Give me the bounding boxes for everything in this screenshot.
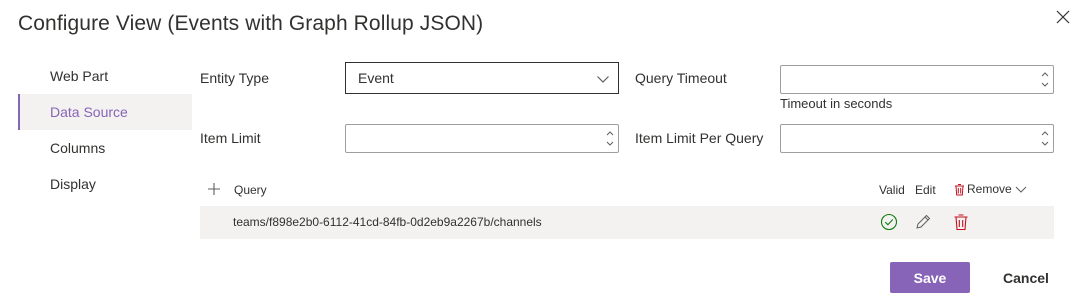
nav-item-display[interactable]: Display [18,166,192,202]
item-limit-label: Item Limit [200,130,261,146]
item-limit-per-query-label: Item Limit Per Query [635,130,764,146]
dialog-title: Configure View (Events with Graph Rollup… [18,12,484,35]
cancel-button[interactable]: Cancel [986,262,1066,293]
query-timeout-label: Query Timeout [635,70,727,86]
delete-trash-icon[interactable] [952,213,970,231]
valid-column-header: Valid [879,183,905,197]
nav-item-data-source[interactable]: Data Source [18,94,192,130]
nav-item-columns[interactable]: Columns [18,130,192,166]
trash-icon [955,183,964,195]
save-button[interactable]: Save [890,262,970,293]
query-row[interactable]: teams/f898e2b0-6112-41cd-84fb-0d2eb9a226… [200,206,1054,239]
query-list-header: Query Valid Edit Remove [200,176,1054,204]
close-icon[interactable] [1052,6,1074,28]
nav-item-web-part[interactable]: Web Part [18,58,192,94]
query-timeout-input[interactable] [780,65,1054,94]
spin-button-icon[interactable] [1040,68,1050,91]
remove-label: Remove [967,182,1012,196]
chevron-down-icon [1015,186,1027,193]
query-timeout-hint: Timeout in seconds [780,96,893,111]
item-limit-input[interactable] [345,124,619,153]
chevron-down-icon [597,76,609,83]
edit-column-header: Edit [915,183,936,197]
query-text: teams/f898e2b0-6112-41cd-84fb-0d2eb9a226… [233,215,542,229]
query-column-header: Query [234,183,267,197]
edit-pencil-icon[interactable] [914,213,932,231]
remove-column-header[interactable]: Remove [954,182,1027,196]
item-limit-per-query-input[interactable] [780,124,1054,153]
entity-type-dropdown[interactable]: Event [345,62,619,94]
entity-type-label: Entity Type [200,70,270,86]
spin-button-icon[interactable] [1040,127,1050,150]
valid-check-icon [880,213,898,231]
side-nav: Web Part Data Source Columns Display [18,58,192,202]
add-icon[interactable] [207,182,221,196]
entity-type-value: Event [358,70,394,86]
spin-button-icon[interactable] [605,127,615,150]
